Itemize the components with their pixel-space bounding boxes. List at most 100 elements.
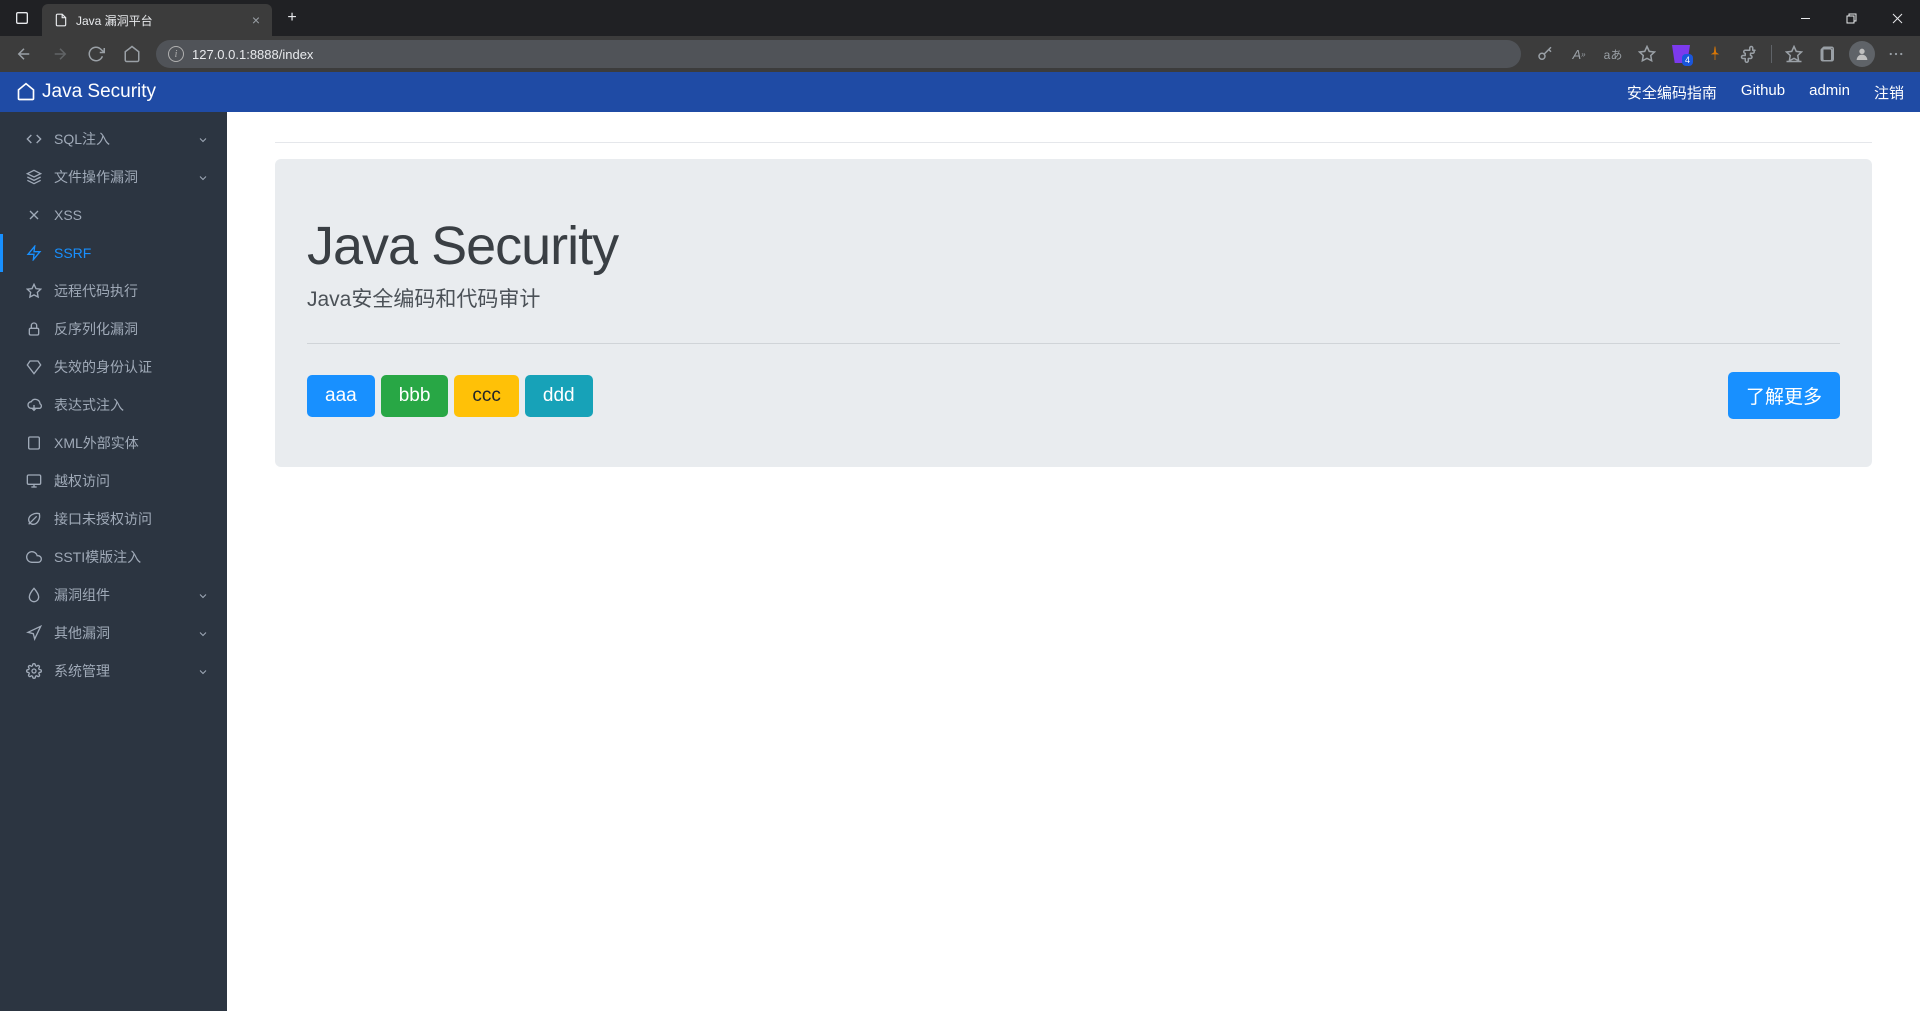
brand[interactable]: Java Security [16,81,156,103]
minimize-button[interactable] [1782,2,1828,34]
app-header: Java Security 安全编码指南 Github admin 注销 [0,72,1920,112]
sidebar-item-label: 远程代码执行 [54,281,209,301]
sidebar-item-label: SSRF [54,245,209,261]
content-divider [275,142,1872,143]
page-subtitle: Java安全编码和代码审计 [307,283,1840,313]
new-tab-button[interactable]: + [278,4,306,32]
close-window-button[interactable] [1874,2,1920,34]
sidebar-item-10[interactable]: 接口未授权访问 [0,500,227,538]
extension-pin-icon[interactable] [1699,38,1731,70]
x-icon [26,207,42,223]
drop-icon [26,587,42,603]
sidebar-item-label: 失效的身份认证 [54,357,209,377]
nav-logout[interactable]: 注销 [1874,82,1904,103]
sidebar-item-6[interactable]: 失效的身份认证 [0,348,227,386]
sidebar-item-9[interactable]: 越权访问 [0,462,227,500]
btn-aaa[interactable]: aaa [307,375,375,417]
sidebar-item-8[interactable]: XML外部实体 [0,424,227,462]
sidebar-item-label: 漏洞组件 [54,585,185,605]
browser-chrome: Java 漏洞平台 × + i [0,0,1920,72]
btn-bbb[interactable]: bbb [381,375,449,417]
chevron-down-icon [197,627,209,639]
sidebar-item-0[interactable]: SQL注入 [0,120,227,158]
nav-guide[interactable]: 安全编码指南 [1627,82,1717,103]
sidebar-item-label: 其他漏洞 [54,623,185,643]
main: SQL注入文件操作漏洞 XSS SSRF 远程代码执行反序列化漏洞失效的身份认证表达式… [0,112,1920,1011]
content: Java Security Java安全编码和代码审计 aaa bbb ccc … [227,112,1920,1011]
cloud-icon [26,549,42,565]
window-controls [1782,2,1920,34]
chevron-down-icon [197,589,209,601]
tab-bar: Java 漏洞平台 × + [0,0,1920,36]
sidebar-item-label: 接口未授权访问 [54,509,209,529]
tab-overview-button[interactable] [8,4,36,32]
page-icon [54,13,68,27]
sidebar-item-4[interactable]: 远程代码执行 [0,272,227,310]
brand-text: Java Security [42,81,156,103]
sidebar-item-2[interactable]: XSS [0,196,227,234]
monitor-icon [26,473,42,489]
home-button[interactable] [116,38,148,70]
more-menu-icon[interactable] [1880,38,1912,70]
url-text: 127.0.0.1:8888/index [192,47,313,62]
sidebar-item-label: 文件操作漏洞 [54,167,185,187]
sidebar-item-label: XSS [54,207,209,223]
sidebar-item-5[interactable]: 反序列化漏洞 [0,310,227,348]
translate-icon[interactable]: aあ [1597,38,1629,70]
browser-tab[interactable]: Java 漏洞平台 × [42,4,272,36]
diamond-icon [26,359,42,375]
header-nav: 安全编码指南 Github admin 注销 [1627,82,1904,103]
sidebar-item-12[interactable]: 漏洞组件 [0,576,227,614]
sidebar-item-3[interactable]: SSRF [0,234,227,272]
leaf-icon [26,511,42,527]
browser-toolbar: i 127.0.0.1:8888/index A» aあ 4 [0,36,1920,72]
collections-icon[interactable] [1812,38,1844,70]
site-info-icon[interactable]: i [168,46,184,62]
learn-more-button[interactable]: 了解更多 [1728,372,1840,419]
bolt-icon [26,245,42,261]
app: Java Security 安全编码指南 Github admin 注销 SQL… [0,72,1920,1011]
favorite-icon[interactable] [1631,38,1663,70]
back-button[interactable] [8,38,40,70]
sidebar-item-label: SSTI模版注入 [54,547,209,567]
nav-admin[interactable]: admin [1809,82,1850,103]
sidebar-item-13[interactable]: 其他漏洞 [0,614,227,652]
btn-ccc[interactable]: ccc [454,375,519,417]
address-bar[interactable]: i 127.0.0.1:8888/index [156,40,1521,68]
close-tab-icon[interactable]: × [252,12,260,28]
page-icon [26,435,42,451]
star-icon [26,283,42,299]
sidebar-item-11[interactable]: SSTI模版注入 [0,538,227,576]
gear-icon [26,663,42,679]
chevron-down-icon [197,665,209,677]
read-aloud-icon[interactable]: A» [1563,38,1595,70]
sidebar-item-label: 越权访问 [54,471,209,491]
sidebar-item-1[interactable]: 文件操作漏洞 [0,158,227,196]
button-row: aaa bbb ccc ddd 了解更多 [307,372,1840,419]
favorites-bar-icon[interactable] [1778,38,1810,70]
sidebar: SQL注入文件操作漏洞 XSS SSRF 远程代码执行反序列化漏洞失效的身份认证表达式… [0,112,227,1011]
nav-github[interactable]: Github [1741,82,1785,103]
profile-avatar[interactable] [1846,38,1878,70]
sidebar-item-label: 系统管理 [54,661,185,681]
forward-button[interactable] [44,38,76,70]
maximize-button[interactable] [1828,2,1874,34]
sidebar-item-7[interactable]: 表达式注入 [0,386,227,424]
extensions-icon[interactable] [1733,38,1765,70]
chevron-down-icon [197,133,209,145]
chevron-down-icon [197,171,209,183]
extension-badge: 4 [1682,54,1693,66]
refresh-button[interactable] [80,38,112,70]
code-icon [26,131,42,147]
sidebar-item-14[interactable]: 系统管理 [0,652,227,690]
jumbotron-divider [307,343,1840,344]
sidebar-item-label: XML外部实体 [54,433,209,453]
location-icon [26,625,42,641]
cloud-down-icon [26,397,42,413]
page-title: Java Security [307,215,1840,277]
btn-ddd[interactable]: ddd [525,375,593,417]
sidebar-item-label: 反序列化漏洞 [54,319,209,339]
password-icon[interactable] [1529,38,1561,70]
extension-purple-icon[interactable]: 4 [1665,38,1697,70]
layers-icon [26,169,42,185]
